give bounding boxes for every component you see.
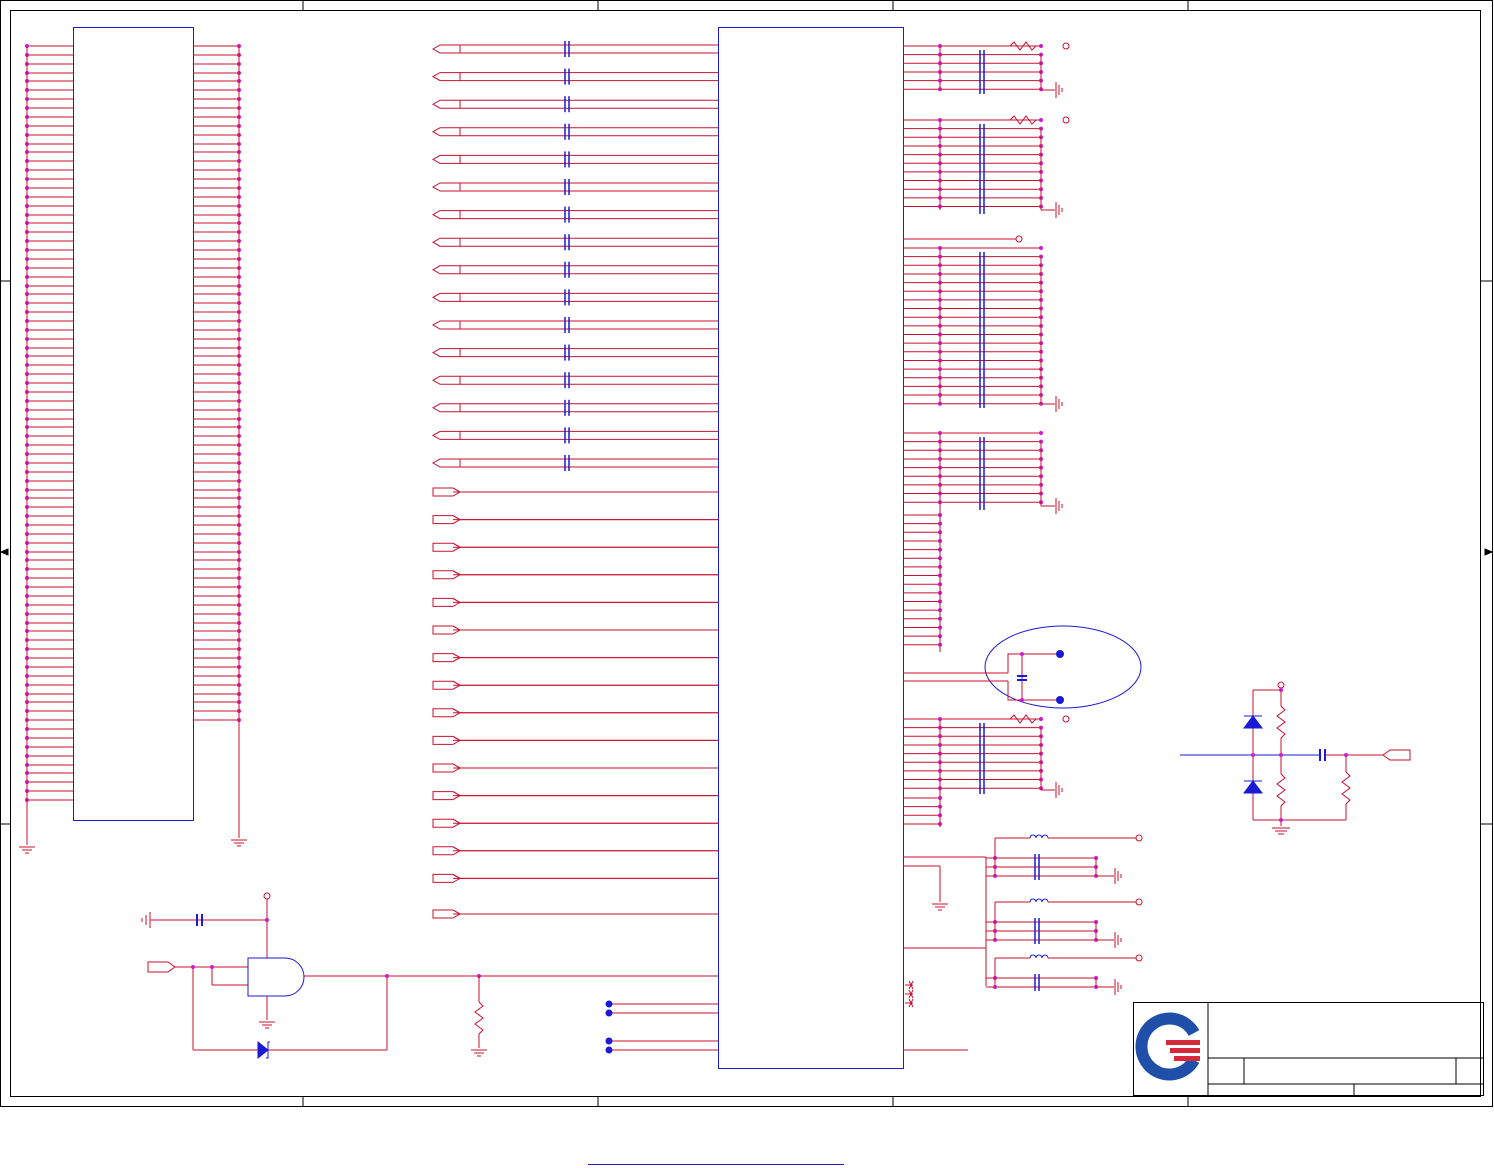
offpage-connector-symbol [431,127,461,137]
protection-circuit [1180,681,1411,835]
ground-symbol [1055,202,1063,218]
diode-symbol [257,1040,269,1060]
inductor-symbol [1029,898,1049,903]
inductor-symbol [1029,954,1049,959]
offpage-connector-symbol [431,403,461,413]
signal-port-wires [431,41,718,919]
offpage-connector-symbol [431,265,461,275]
ground-symbol [1114,932,1122,948]
title-block [1133,1002,1484,1096]
ground-symbol [1114,868,1122,884]
offpage-connector-symbol [431,375,461,385]
offpage-connector-symbol [1382,749,1411,761]
left-connector [73,27,194,821]
ground-symbol [1114,979,1122,995]
offpage-connector-symbol [431,44,461,54]
main-ic-body [718,27,904,1069]
ic-power-pins [903,41,1070,827]
power-filter-inductors [903,834,1143,995]
offpage-connector-symbol [431,292,461,302]
offpage-connector-symbol [431,99,461,109]
sheet-frame [0,0,1494,1107]
connector-pin-wires [19,44,247,854]
ground-symbol [1055,82,1063,98]
ground-symbol [1055,396,1063,412]
offpage-connector-symbol [431,237,461,247]
offpage-connector-symbol [147,961,176,973]
offpage-connector-symbol [431,182,461,192]
footer-link-underline [588,1164,844,1165]
offpage-connector-symbol [431,348,461,358]
offpage-connector-symbol [431,72,461,82]
inductor-symbol [1029,834,1049,839]
ground-symbol [141,912,151,928]
and-gate-symbol [247,957,305,997]
connector-body [73,27,194,821]
ground-symbol [19,846,35,854]
ground-symbol [231,839,247,847]
crystal-circuit [903,625,1142,709]
reset-circuit [141,865,968,1060]
schematic-sheet [0,0,1494,1107]
offpage-connector-symbol [431,320,461,330]
ground-symbol [1055,782,1063,798]
offpage-connector-symbol [431,210,461,220]
offpage-connector-symbol [431,458,461,468]
offpage-connector-symbol [431,154,461,164]
resistor-symbol [474,1001,484,1035]
ground-symbol [1055,498,1063,514]
company-logo [1135,1012,1200,1081]
offpage-connector-symbol [431,430,461,440]
